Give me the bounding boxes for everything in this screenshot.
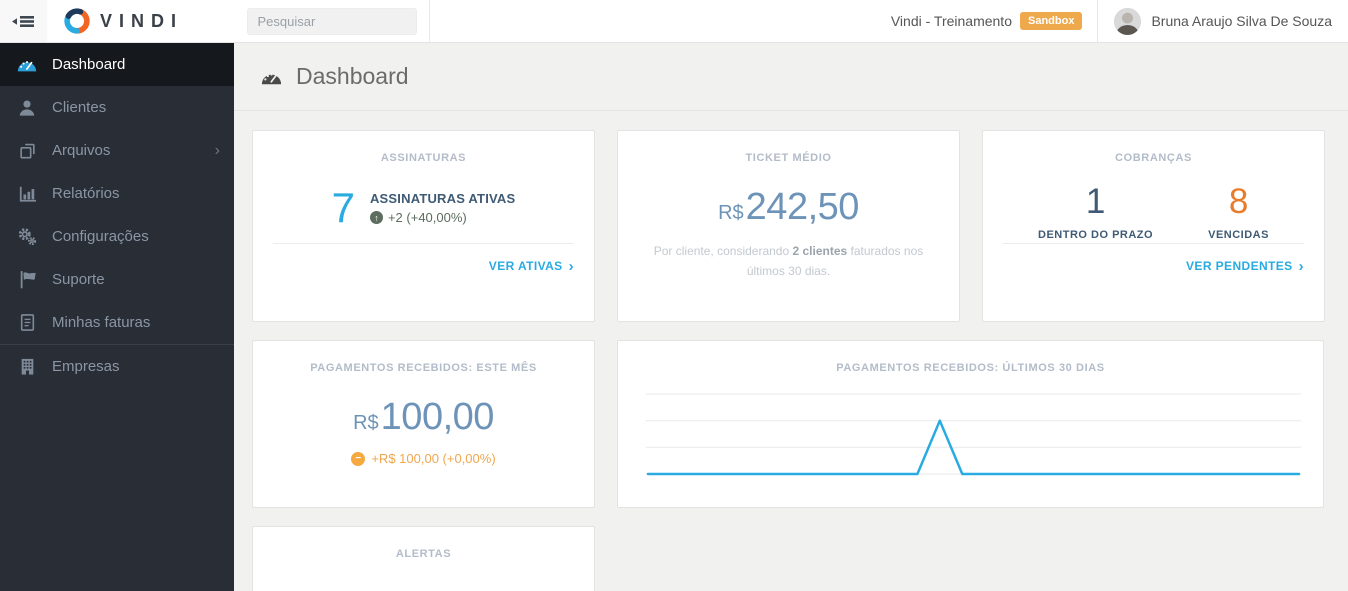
card-title: PAGAMENTOS RECEBIDOS: ÚLTIMOS 30 DIAS xyxy=(836,362,1105,374)
user-icon xyxy=(15,99,39,117)
sidebar-item-arquivos[interactable]: Arquivos › xyxy=(0,129,234,172)
amount: 100,00 xyxy=(380,396,495,438)
card-title: Ticket médio xyxy=(745,152,832,164)
currency-symbol: R$ xyxy=(718,202,744,224)
payments-chart-svg xyxy=(646,393,1301,476)
sidebar-item-label: Relatórios xyxy=(52,185,120,202)
sidebar-nav: Dashboard Clientes Arquivos › Relatórios… xyxy=(0,43,234,591)
pagamentos-delta-text: +R$ 100,00 (+0,00%) xyxy=(371,451,496,466)
dashboard-gauge-icon xyxy=(260,68,283,86)
card-pagamentos-mes: Pagamentos recebidos: este mês R$ 100,00… xyxy=(252,340,595,508)
card-cobrancas: Cobranças 1 DENTRO DO PRAZO 8 VENCIDAS V… xyxy=(982,130,1325,322)
search-section xyxy=(234,0,430,42)
currency-symbol: R$ xyxy=(353,412,379,434)
flag-icon xyxy=(15,270,39,289)
desc-highlight: 2 clientes xyxy=(792,244,848,258)
sidebar-item-configuracoes[interactable]: Configurações xyxy=(0,215,234,258)
card-title: Alertas xyxy=(395,548,452,560)
sidebar-item-empresas[interactable]: Empresas xyxy=(0,345,234,388)
stat-label: DENTRO DO PRAZO xyxy=(1038,229,1154,241)
dashboard-widgets: Assinaturas 7 ASSINATURAS ATIVAS ↑ +2 (+… xyxy=(234,111,1348,591)
card-footer: Ver ativas › xyxy=(273,243,574,275)
cards-row-2: Pagamentos recebidos: este mês R$ 100,00… xyxy=(252,340,1348,508)
sidebar-item-label: Dashboard xyxy=(52,56,126,73)
sidebar-item-clientes[interactable]: Clientes xyxy=(0,86,234,129)
invoice-icon xyxy=(15,313,39,332)
ver-ativas-link[interactable]: Ver ativas › xyxy=(489,259,574,274)
sidebar-item-label: Empresas xyxy=(52,358,120,375)
pagamentos-mes-value: R$ 100,00 xyxy=(253,396,594,439)
user-menu[interactable]: Bruna Araujo Silva De Souza xyxy=(1098,0,1348,42)
stat-value: 1 xyxy=(1085,182,1106,221)
user-name: Bruna Araujo Silva De Souza xyxy=(1151,13,1332,29)
cards-row-3: Alertas xyxy=(252,526,1348,591)
sidebar-collapse-button[interactable] xyxy=(0,0,47,42)
cobrancas-stats: 1 DENTRO DO PRAZO 8 VENCIDAS xyxy=(983,182,1324,241)
chevron-right-icon: › xyxy=(1298,257,1304,275)
submenu-chevron-icon: › xyxy=(214,141,220,159)
card-title: Cobranças xyxy=(1115,152,1192,164)
card-assinaturas: Assinaturas 7 ASSINATURAS ATIVAS ↑ +2 (+… xyxy=(252,130,595,322)
desc-text: Por cliente, considerando xyxy=(653,244,793,258)
card-pagamentos-30-dias: PAGAMENTOS RECEBIDOS: ÚLTIMOS 30 DIAS xyxy=(617,340,1324,508)
page-header: Dashboard xyxy=(234,43,1348,111)
gears-icon xyxy=(15,227,39,246)
assinaturas-ativas-value: 7 xyxy=(331,184,355,231)
card-title: Pagamentos recebidos: este mês xyxy=(310,362,537,374)
card-alertas: Alertas xyxy=(252,526,595,591)
sidebar-collapse-icon xyxy=(12,13,35,30)
files-icon xyxy=(15,141,39,160)
card-title: Assinaturas xyxy=(380,152,467,164)
stat-vencidas: 8 VENCIDAS xyxy=(1208,182,1269,241)
user-avatar xyxy=(1114,7,1142,35)
app-logo[interactable]: VINDI xyxy=(47,0,234,42)
logo-wordmark: VINDI xyxy=(100,10,184,31)
dashboard-gauge-icon xyxy=(15,56,39,73)
assinaturas-stat: 7 ASSINATURAS ATIVAS ↑ +2 (+40,00%) xyxy=(253,184,594,232)
main-content: Dashboard Assinaturas 7 ASSINATURAS ATIV… xyxy=(234,43,1348,591)
assinaturas-ativas-label: ASSINATURAS ATIVAS xyxy=(369,191,516,206)
sidebar-item-label: Minhas faturas xyxy=(52,314,151,331)
vindi-swirl-logo-icon xyxy=(63,7,91,35)
stat-dentro-do-prazo: 1 DENTRO DO PRAZO xyxy=(1038,182,1153,241)
sidebar-item-suporte[interactable]: Suporte xyxy=(0,258,234,301)
sidebar-item-label: Suporte xyxy=(52,271,105,288)
amount: 242,50 xyxy=(745,186,860,228)
sidebar-item-label: Arquivos xyxy=(52,142,111,159)
top-bar: VINDI Vindi - Treinamento Sandbox Bruna … xyxy=(0,0,1348,43)
circle-minus-icon: − xyxy=(351,451,366,466)
ticket-medio-description: Por cliente, considerando 2 clientes fat… xyxy=(642,241,935,282)
ticket-medio-value: R$ 242,50 xyxy=(618,186,959,229)
stat-label: VENCIDAS xyxy=(1208,229,1269,241)
sidebar-item-relatorios[interactable]: Relatórios xyxy=(0,172,234,215)
page-title: Dashboard xyxy=(296,63,409,89)
sidebar-item-label: Clientes xyxy=(52,99,107,116)
ver-pendentes-link[interactable]: Ver pendentes › xyxy=(1186,259,1304,274)
assinaturas-delta-text: +2 (+40,00%) xyxy=(387,210,467,225)
search-input[interactable] xyxy=(246,7,417,35)
assinaturas-delta: ↑ +2 (+40,00%) xyxy=(369,210,515,225)
account-name: Vindi - Treinamento xyxy=(890,13,1012,29)
pagamentos-mes-delta: − +R$ 100,00 (+0,00%) xyxy=(253,451,594,466)
stat-value: 8 xyxy=(1228,182,1249,221)
cards-row-1: Assinaturas 7 ASSINATURAS ATIVAS ↑ +2 (+… xyxy=(252,130,1348,322)
payments-chart xyxy=(646,388,1301,488)
circle-arrow-up-icon: ↑ xyxy=(369,211,383,224)
sandbox-badge: Sandbox xyxy=(1019,12,1083,30)
chevron-right-icon: › xyxy=(568,257,574,275)
sidebar-item-minhas-faturas[interactable]: Minhas faturas xyxy=(0,301,234,344)
sidebar-item-label: Configurações xyxy=(52,228,149,245)
sidebar-item-dashboard[interactable]: Dashboard xyxy=(0,43,234,86)
link-label: Ver pendentes xyxy=(1186,259,1293,273)
bar-chart-icon xyxy=(15,185,39,203)
building-icon xyxy=(15,357,39,376)
link-label: Ver ativas xyxy=(488,259,563,273)
card-footer: Ver pendentes › xyxy=(1003,243,1304,275)
account-switcher[interactable]: Vindi - Treinamento Sandbox xyxy=(891,0,1098,42)
card-ticket-medio: Ticket médio R$ 242,50 Por cliente, cons… xyxy=(617,130,960,322)
